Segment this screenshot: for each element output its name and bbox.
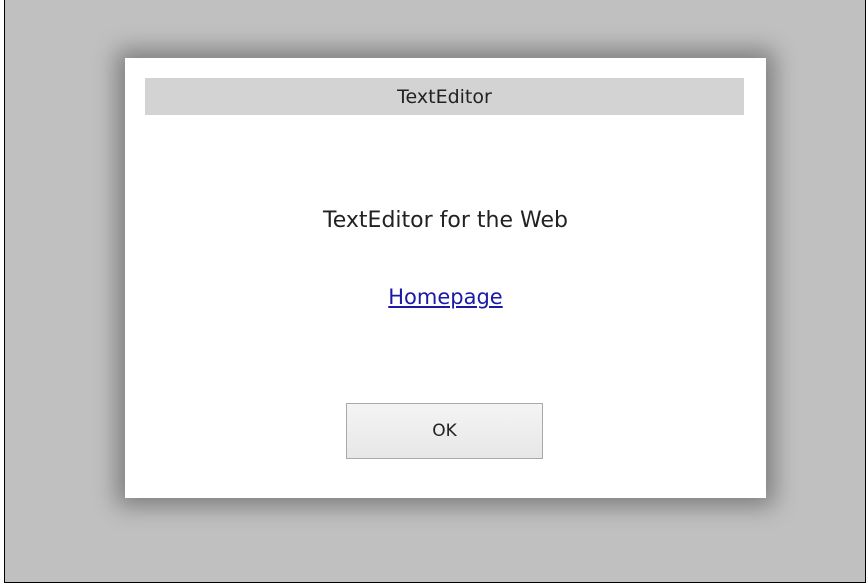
ok-button[interactable]: OK: [346, 403, 543, 459]
app-backdrop: TextEditor TextEditor for the Web Homepa…: [4, 0, 866, 583]
homepage-link-container: Homepage: [125, 285, 766, 309]
dialog-title: TextEditor: [397, 85, 492, 108]
homepage-link[interactable]: Homepage: [388, 285, 502, 309]
about-dialog: TextEditor TextEditor for the Web Homepa…: [125, 58, 766, 498]
dialog-message: TextEditor for the Web: [323, 208, 568, 233]
dialog-titlebar: TextEditor: [145, 78, 744, 115]
